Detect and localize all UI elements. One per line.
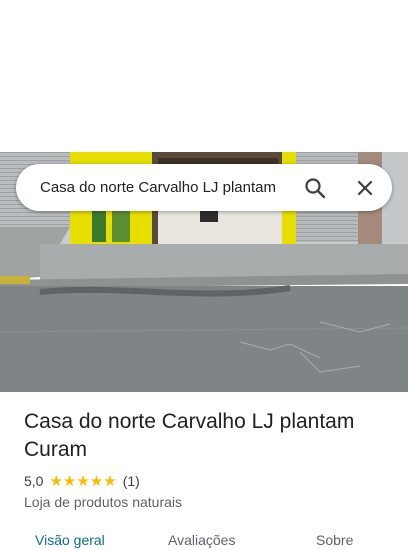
- tab-about[interactable]: Sobre: [316, 532, 353, 548]
- search-icon[interactable]: [303, 176, 327, 200]
- review-count[interactable]: (1): [123, 473, 140, 489]
- rating-row[interactable]: 5,0 ★★★★★ (1): [24, 472, 140, 490]
- rating-value: 5,0: [24, 473, 44, 489]
- place-category[interactable]: Loja de produtos naturais: [24, 494, 182, 510]
- close-icon[interactable]: [353, 176, 377, 200]
- blank-header-area: [0, 0, 408, 152]
- tab-overview[interactable]: Visão geral: [35, 532, 105, 548]
- search-query-text[interactable]: Casa do norte Carvalho LJ plantam: [40, 179, 290, 196]
- star-rating-icon: ★★★★★: [49, 473, 117, 490]
- search-bar[interactable]: Casa do norte Carvalho LJ plantam: [16, 164, 392, 211]
- place-title: Casa do norte Carvalho LJ plantam Curam: [24, 410, 355, 461]
- tab-reviews[interactable]: Avaliações: [168, 532, 235, 548]
- place-tabs: Visão geral Avaliações Sobre: [0, 530, 408, 550]
